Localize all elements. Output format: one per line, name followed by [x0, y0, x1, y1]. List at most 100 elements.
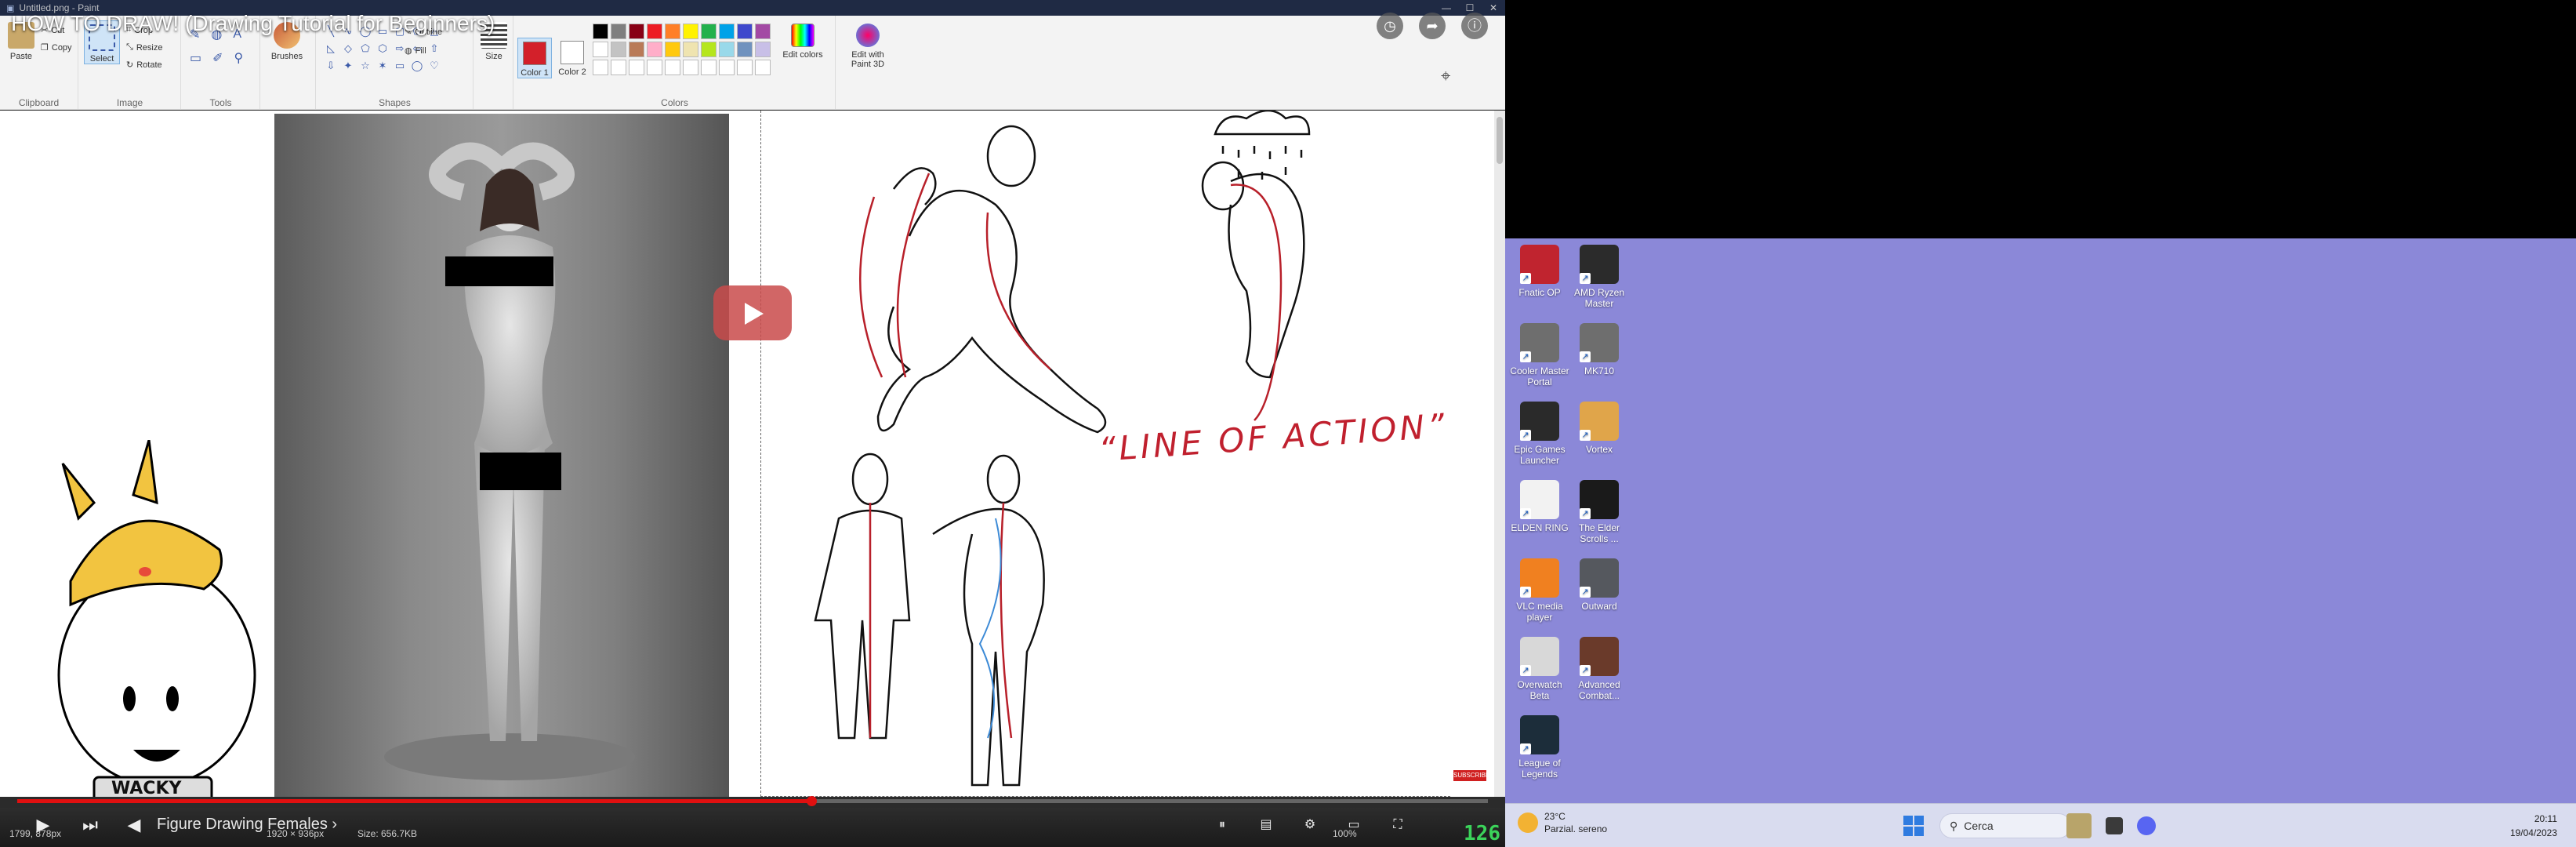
desktop-shortcut[interactable]: ↗ Vortex: [1568, 402, 1631, 455]
video-player[interactable]: ▣ Untitled.png - Paint — ☐ ✕ Paste ✂ Cut …: [0, 0, 1505, 847]
start-button[interactable]: [1903, 816, 1924, 836]
palette-swatch[interactable]: [647, 60, 662, 75]
palette-swatch[interactable]: [737, 24, 753, 39]
palette-swatch[interactable]: [629, 24, 644, 39]
settings-gear-icon[interactable]: ⚙: [1298, 814, 1322, 836]
desktop-shortcut[interactable]: ↗ Epic Games Launcher: [1508, 402, 1571, 466]
palette-swatch[interactable]: [719, 24, 735, 39]
taskbar-app-game-icon[interactable]: [2066, 813, 2092, 838]
palette-swatch[interactable]: [755, 24, 771, 39]
down-arrow-shape-icon[interactable]: ⇩: [323, 58, 339, 74]
rotate-button[interactable]: ↻ Rotate: [126, 60, 162, 71]
star4-shape-icon[interactable]: ✦: [340, 58, 356, 74]
taskbar-search[interactable]: ⚲ Cerca: [1939, 813, 2071, 838]
edit-colors-button[interactable]: Edit colors: [781, 24, 825, 60]
file-explorer-icon[interactable]: [2106, 817, 2123, 834]
eraser-icon[interactable]: ▭: [190, 50, 201, 66]
fullscreen-icon[interactable]: ⛶: [1386, 814, 1410, 836]
miniplayer-icon[interactable]: ▭: [1342, 814, 1366, 836]
callout-oval-shape-icon[interactable]: ◯: [409, 58, 425, 74]
video-progress-bar[interactable]: [17, 796, 1488, 806]
app-icon: ↗: [1520, 558, 1559, 598]
palette-swatch[interactable]: [593, 42, 608, 57]
desktop-shortcut[interactable]: ↗ MK710: [1568, 323, 1631, 376]
volume-icon[interactable]: ◀: [122, 814, 146, 836]
video-title[interactable]: HOW TO DRAW! (Drawing Tutorial for Begin…: [11, 11, 495, 36]
share-icon[interactable]: ➦: [1419, 13, 1446, 39]
weather-widget[interactable]: 23°C Parzial. sereno: [1518, 810, 1607, 835]
info-icon[interactable]: ⓘ: [1461, 13, 1488, 39]
mascot-label: WACKY: [111, 779, 182, 797]
palette-swatch[interactable]: [683, 42, 698, 57]
heart-shape-icon[interactable]: ♡: [426, 58, 442, 74]
pentagon-shape-icon[interactable]: ⬠: [357, 41, 373, 56]
clock-icon[interactable]: ◷: [1377, 13, 1403, 39]
palette-swatch[interactable]: [647, 24, 662, 39]
right-triangle-shape-icon[interactable]: ◺: [323, 41, 339, 56]
color-picker-icon[interactable]: ✐: [212, 50, 223, 66]
palette-swatch[interactable]: [683, 60, 698, 75]
system-clock[interactable]: 20:11 19/04/2023: [2510, 812, 2557, 840]
desktop-shortcut-label: AMD Ryzen Master: [1573, 287, 1624, 309]
palette-swatch[interactable]: [719, 60, 735, 75]
fill-dropdown[interactable]: ◍ Fill: [405, 45, 426, 56]
palette-swatch[interactable]: [755, 60, 771, 75]
palette-swatch[interactable]: [611, 24, 626, 39]
edit-paint3d-button[interactable]: Edit with Paint 3D: [843, 24, 893, 69]
copy-button[interactable]: ❐ Copy: [41, 42, 72, 53]
hexagon-shape-icon[interactable]: ⬡: [375, 41, 390, 56]
palette-swatch[interactable]: [593, 60, 608, 75]
desktop-shortcut[interactable]: ↗ Fnatic OP: [1508, 245, 1571, 298]
palette-swatch[interactable]: [683, 24, 698, 39]
close-button[interactable]: ✕: [1482, 0, 1505, 16]
palette-swatch[interactable]: [719, 42, 735, 57]
palette-swatch[interactable]: [701, 24, 717, 39]
desktop-shortcut[interactable]: ↗ Overwatch Beta: [1508, 637, 1571, 701]
palette-swatch[interactable]: [755, 42, 771, 57]
palette-swatch[interactable]: [647, 42, 662, 57]
desktop-shortcut[interactable]: ↗ League of Legends: [1508, 715, 1571, 780]
palette-swatch[interactable]: [611, 60, 626, 75]
desktop-shortcut[interactable]: ↗ ELDEN RING: [1508, 480, 1571, 533]
desktop-shortcut[interactable]: ↗ Cooler Master Portal: [1508, 323, 1571, 387]
color2-button[interactable]: Color 2: [555, 41, 590, 77]
play-overlay-button[interactable]: [713, 285, 792, 340]
palette-swatch[interactable]: [665, 24, 680, 39]
paint-canvas[interactable]: “LINE OF ACTION” WACKY: [0, 111, 1494, 797]
subscribe-badge[interactable]: SUBSCRIBE: [1453, 770, 1489, 781]
scrollbar-thumb[interactable]: [1497, 117, 1503, 164]
diamond-shape-icon[interactable]: ◇: [340, 41, 356, 56]
desktop-shortcut[interactable]: ↗ Advanced Combat...: [1568, 637, 1631, 701]
next-icon[interactable]: ⏭: [78, 814, 102, 836]
desktop-shortcut[interactable]: ↗ The Elder Scrolls ...: [1568, 480, 1631, 544]
desktop-shortcut[interactable]: ↗ AMD Ryzen Master: [1568, 245, 1631, 309]
palette-swatch[interactable]: [665, 42, 680, 57]
magnifier-icon[interactable]: ⚲: [234, 50, 244, 66]
callout-rect-shape-icon[interactable]: ▭: [392, 58, 408, 74]
palette-swatch[interactable]: [629, 60, 644, 75]
color1-button[interactable]: Color 1: [517, 38, 552, 78]
desktop-shortcut[interactable]: ↗ Outward: [1568, 558, 1631, 612]
star6-shape-icon[interactable]: ✶: [375, 58, 390, 74]
palette-swatch[interactable]: [701, 42, 717, 57]
up-arrow-shape-icon[interactable]: ⇧: [426, 41, 442, 56]
captions-icon[interactable]: ▤: [1254, 814, 1278, 836]
video-progress-thumb[interactable]: [807, 796, 818, 806]
palette-swatch[interactable]: [629, 42, 644, 57]
canvas-vertical-scrollbar[interactable]: [1494, 111, 1505, 797]
palette-swatch[interactable]: [737, 60, 753, 75]
clipboard-group-label: Clipboard: [18, 97, 60, 108]
mascot-drawing: [57, 440, 256, 797]
desktop-shortcut[interactable]: ↗ VLC media player: [1508, 558, 1571, 623]
palette-swatch[interactable]: [701, 60, 717, 75]
discord-icon[interactable]: [2137, 816, 2156, 835]
desktop-shortcut-label: ELDEN RING: [1511, 522, 1569, 533]
palette-swatch[interactable]: [737, 42, 753, 57]
palette-swatch[interactable]: [593, 24, 608, 39]
palette-swatch[interactable]: [665, 60, 680, 75]
resize-button[interactable]: ⤡ Resize: [126, 42, 162, 53]
star5-shape-icon[interactable]: ☆: [357, 58, 373, 74]
palette-swatch[interactable]: [611, 42, 626, 57]
autoplay-toggle-icon[interactable]: ⏸: [1210, 814, 1234, 836]
desktop[interactable]: ↗ Fnatic OP ↗ AMD Ryzen Master ↗ Cooler Maste…: [1505, 238, 2576, 803]
